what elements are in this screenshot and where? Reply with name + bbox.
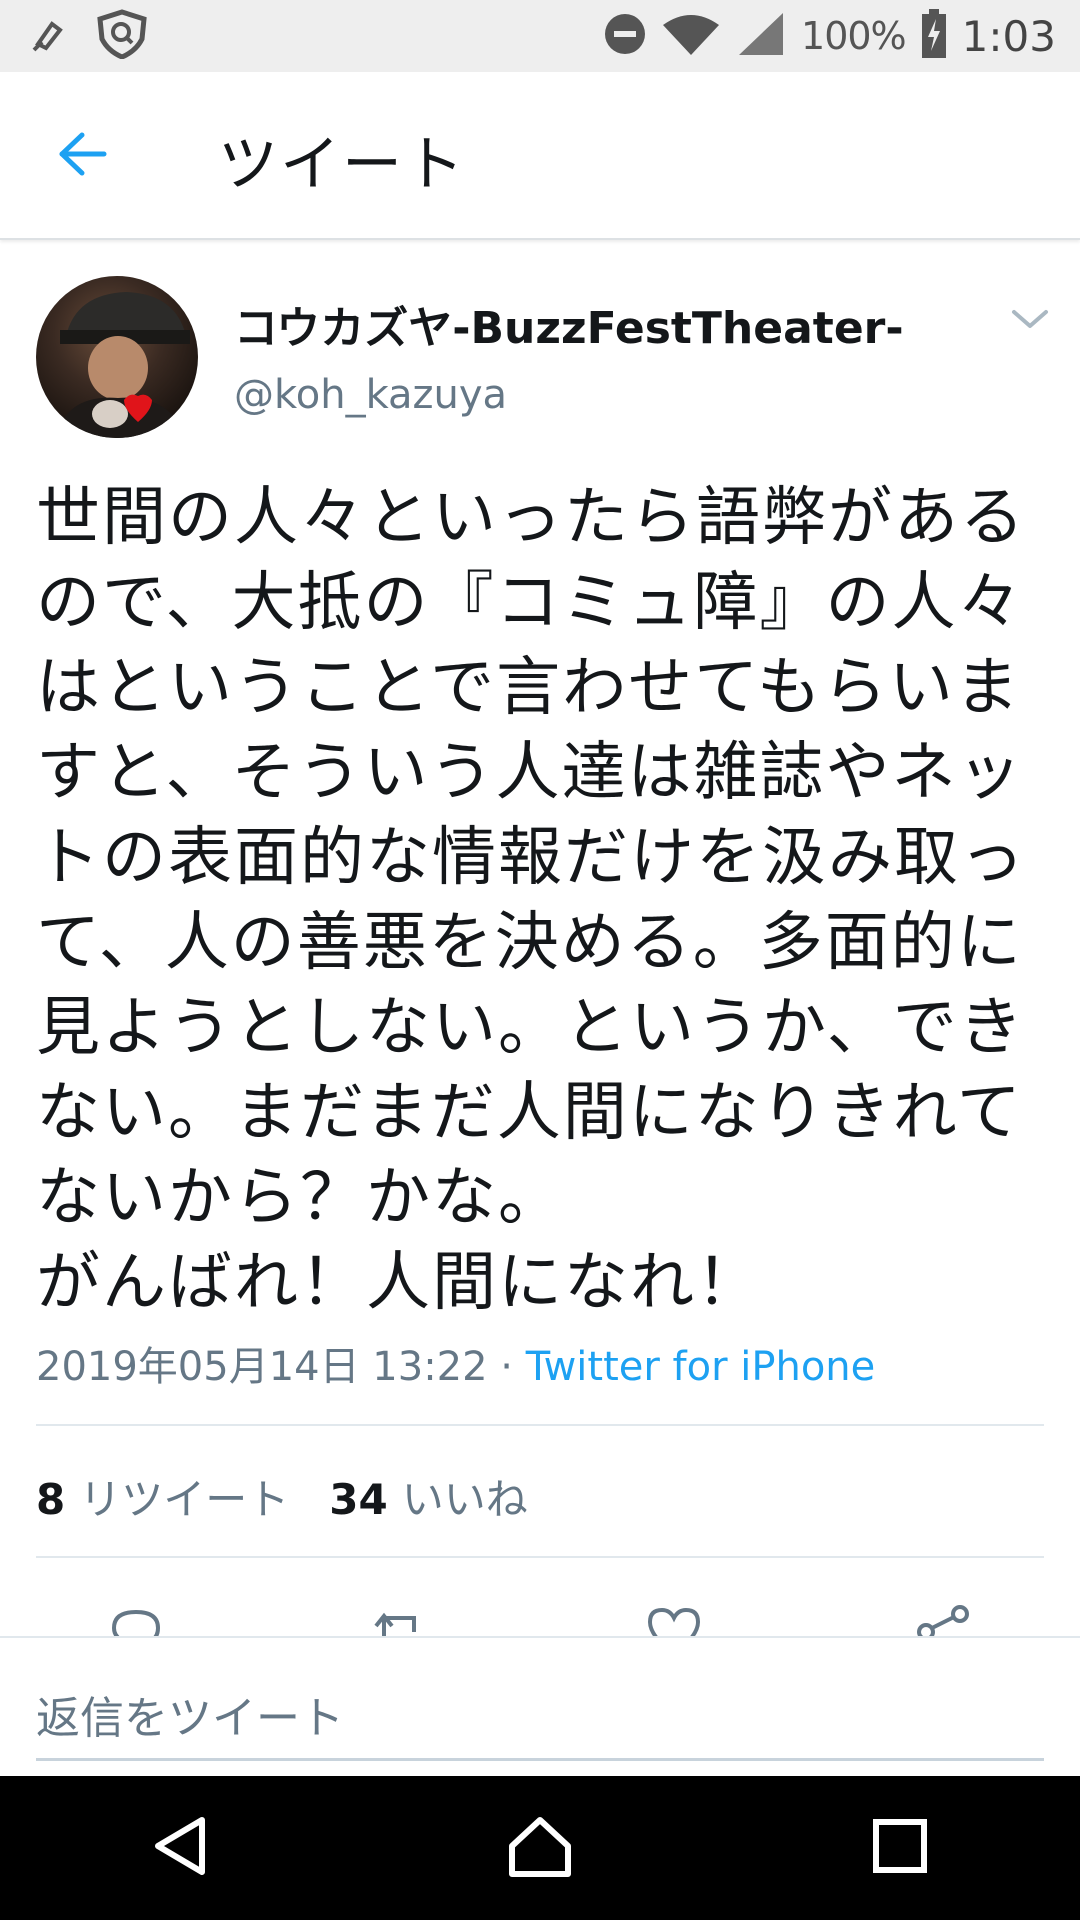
signal-icon [735,11,787,61]
like-label: いいね [401,1475,528,1524]
tweet-timestamp: 2019年05月14日 13:22 [36,1344,488,1390]
back-button[interactable] [52,126,112,186]
tweet-source-link[interactable]: Twitter for iPhone [526,1344,876,1390]
page-title: ツイート [218,130,466,200]
back-arrow-icon [56,131,108,181]
retweet-count: 8 [36,1475,66,1524]
do-not-disturb-icon [603,12,647,60]
divider [36,1424,1044,1426]
tweet-text: 世間の人々といったら語弊があるので、大抵の『コミュ障』の人々はということで言わせ… [36,481,1026,1320]
reply-input[interactable]: 返信をツイート [36,1682,344,1746]
tweet-menu-button[interactable] [1008,304,1052,334]
user-handle[interactable]: @koh_kazuya [234,372,507,418]
vpn-shield-icon [96,9,148,63]
back-nav-icon [150,1814,210,1882]
share-button[interactable] [914,1602,974,1638]
retweet-button[interactable] [370,1602,430,1638]
notification-icon [30,14,66,58]
reply-button[interactable] [106,1602,166,1638]
status-bar: 100% 1:03 [0,0,1080,72]
back-nav-button[interactable] [140,1808,220,1888]
recents-nav-icon [872,1818,928,1878]
system-nav-bar [0,1776,1080,1920]
clock: 1:03 [961,11,1056,61]
meta-separator: · [487,1344,526,1390]
recents-nav-button[interactable] [860,1808,940,1888]
like-button[interactable] [644,1602,704,1638]
retweet-stat[interactable]: 8 リツイート [36,1466,289,1527]
battery-charging-icon [920,9,948,63]
like-stat[interactable]: 34 いいね [329,1466,527,1527]
battery-percent: 100% [801,14,907,58]
display-name[interactable]: コウカズヤ-BuzzFestTheater- [234,292,904,356]
avatar[interactable] [36,276,198,438]
engagement-stats: 8 リツイート 34 いいね [36,1466,528,1527]
chevron-down-icon [1008,310,1052,338]
like-count: 34 [329,1475,388,1524]
tweet-action-bar [0,1590,1080,1638]
reply-input-underline [36,1758,1044,1761]
app-header: ツイート [0,72,1080,240]
retweet-label: リツイート [79,1475,290,1524]
wifi-icon [661,11,721,61]
home-nav-button[interactable] [500,1808,580,1888]
tweet-meta: 2019年05月14日 13:22 · Twitter for iPhone [36,1334,875,1392]
reply-bar: 返信をツイート [0,1636,1080,1776]
divider [36,1556,1044,1558]
tweet-detail-screen: 100% 1:03 ツイート コウカズヤ-BuzzFestTheater- @k… [0,0,1080,1920]
home-nav-icon [506,1814,574,1882]
